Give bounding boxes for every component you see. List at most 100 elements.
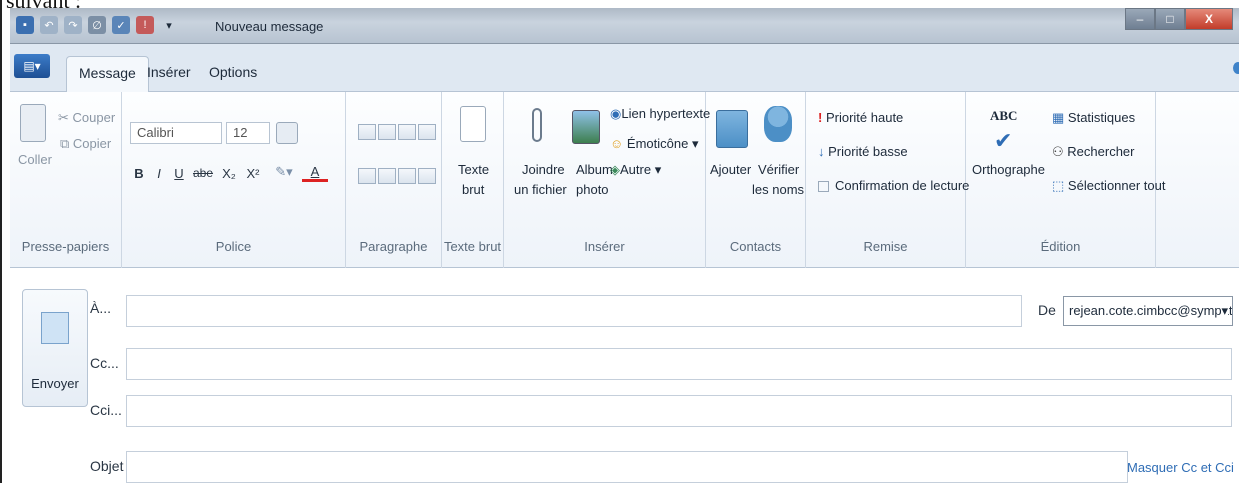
- subject-label: Objet: [90, 458, 124, 474]
- group-label-plaintext: Texte brut: [443, 239, 502, 254]
- group-label-editing: Édition: [1040, 239, 1081, 254]
- redo-icon[interactable]: ↷: [64, 16, 82, 34]
- document-frame: [0, 0, 10, 483]
- check-names-icon[interactable]: [764, 106, 792, 142]
- tab-options[interactable]: Options: [197, 56, 269, 92]
- ribbon: Coller ✂ Couper ⧉ Copier Presse-papiers …: [10, 92, 1239, 268]
- cut-button[interactable]: ✂ Couper: [58, 110, 120, 126]
- bold-button[interactable]: B: [130, 166, 148, 181]
- maximize-button[interactable]: □: [1155, 8, 1185, 30]
- high-priority-button[interactable]: ! Priorité haute: [818, 110, 903, 125]
- plain-text-line2[interactable]: brut: [462, 182, 484, 197]
- bullet-list-icon[interactable]: [358, 124, 376, 140]
- hyperlink-button[interactable]: ◉Lien hypertexte: [610, 106, 710, 122]
- to-field[interactable]: [126, 295, 1022, 327]
- window-controls: – □ X: [1125, 8, 1233, 30]
- attach-line2[interactable]: un fichier: [514, 182, 567, 197]
- statistics-icon: ▦: [1052, 110, 1065, 125]
- dropdown-icon[interactable]: ▾: [160, 16, 178, 34]
- title-bar: ▪ ↶ ↷ ∅ ✓ ! ▾ Nouveau message – □ X: [10, 8, 1239, 44]
- statistics-button[interactable]: ▦ Statistiques: [1052, 110, 1135, 126]
- group-label-insert: Insérer: [584, 239, 625, 254]
- app-menu-button[interactable]: ▤▾: [14, 54, 50, 78]
- other-button[interactable]: ◈Autre ▾: [610, 162, 661, 178]
- group-clipboard: Coller ✂ Couper ⧉ Copier Presse-papiers: [10, 92, 122, 268]
- minimize-button[interactable]: –: [1125, 8, 1155, 30]
- send-icon: [41, 312, 69, 344]
- attach-line1[interactable]: Joindre: [522, 162, 565, 177]
- close-button[interactable]: X: [1185, 8, 1233, 30]
- italic-button[interactable]: I: [150, 166, 168, 181]
- send-label: Envoyer: [31, 376, 79, 391]
- paperclip-icon[interactable]: [532, 108, 542, 142]
- bcc-field[interactable]: [126, 395, 1232, 427]
- underline-button[interactable]: U: [170, 166, 188, 181]
- add-contact-button[interactable]: Ajouter: [710, 162, 751, 177]
- group-label-clipboard: Presse-papiers: [21, 239, 110, 254]
- tab-inserer[interactable]: Insérer: [135, 56, 203, 92]
- hyperlink-label: Lien hypertexte: [621, 106, 711, 121]
- plain-text-icon[interactable]: [460, 106, 486, 142]
- subject-field[interactable]: [126, 451, 1128, 483]
- align-right-icon[interactable]: [398, 168, 416, 184]
- help-icon[interactable]: [1233, 62, 1239, 74]
- decrease-indent-icon[interactable]: [398, 124, 416, 140]
- check-names-line1[interactable]: Vérifier: [758, 162, 799, 177]
- exclamation-icon: !: [818, 110, 823, 125]
- group-contacts: Ajouter Vérifier les noms Contacts: [706, 92, 806, 268]
- hide-cc-bcc-link[interactable]: Masquer Cc et Cci: [1127, 460, 1234, 475]
- numbered-list-icon[interactable]: [378, 124, 396, 140]
- smiley-icon: ☺: [610, 136, 624, 151]
- add-contact-icon[interactable]: [716, 110, 748, 148]
- quick-access-toolbar: ▪ ↶ ↷ ∅ ✓ ! ▾: [16, 16, 178, 34]
- attach-icon[interactable]: ∅: [88, 16, 106, 34]
- paste-button[interactable]: Coller: [18, 152, 52, 167]
- cc-field[interactable]: [126, 348, 1232, 380]
- increase-indent-icon[interactable]: [418, 124, 436, 140]
- low-priority-label: Priorité basse: [828, 144, 908, 159]
- save-icon[interactable]: ▪: [16, 16, 34, 34]
- photo-album-icon[interactable]: [572, 110, 600, 144]
- from-value: rejean.cote.cimbcc@sympatic: [1069, 303, 1233, 318]
- find-button[interactable]: ⚇ Rechercher: [1052, 144, 1134, 160]
- group-insert: Joindre un fichier Album photo ◉Lien hyp…: [504, 92, 710, 268]
- group-font: Calibri 12 B I U abe X₂ X² ✎▾ A Police: [122, 92, 346, 268]
- plain-text-line1[interactable]: Texte: [458, 162, 489, 177]
- album-line1[interactable]: Album: [576, 162, 613, 177]
- undo-icon[interactable]: ↶: [40, 16, 58, 34]
- subscript-button[interactable]: X₂: [218, 166, 240, 181]
- window-title: Nouveau message: [215, 19, 324, 34]
- group-label-delivery: Remise: [863, 239, 908, 254]
- to-button[interactable]: À...: [90, 300, 111, 316]
- copy-label: Copier: [72, 136, 112, 151]
- spellcheck-icon[interactable]: ✓: [112, 16, 130, 34]
- low-priority-button[interactable]: ↓ Priorité basse: [818, 144, 908, 159]
- group-editing: ABC ✔ Orthographe ▦ Statistiques ⚇ Reche…: [966, 92, 1166, 268]
- justify-icon[interactable]: [418, 168, 436, 184]
- align-left-icon[interactable]: [358, 168, 376, 184]
- priority-icon[interactable]: !: [136, 16, 154, 34]
- bcc-button[interactable]: Cci...: [90, 402, 122, 418]
- cc-button[interactable]: Cc...: [90, 355, 119, 371]
- spelling-button[interactable]: Orthographe: [972, 162, 1045, 177]
- read-receipt-checkbox[interactable]: Confirmation de lecture: [818, 178, 969, 193]
- clear-format-icon[interactable]: [276, 122, 298, 144]
- check-names-line2[interactable]: les noms: [752, 182, 804, 197]
- album-line2[interactable]: photo: [576, 182, 609, 197]
- strikethrough-button[interactable]: abe: [190, 166, 216, 180]
- copy-button[interactable]: ⧉ Copier: [60, 136, 120, 152]
- select-all-button[interactable]: ⬚ Sélectionner tout: [1052, 178, 1166, 194]
- align-center-icon[interactable]: [378, 168, 396, 184]
- superscript-button[interactable]: X²: [242, 166, 264, 181]
- from-select[interactable]: rejean.cote.cimbcc@sympatic ▾: [1063, 296, 1233, 326]
- font-color-button[interactable]: A: [302, 164, 328, 182]
- read-receipt-label: Confirmation de lecture: [835, 178, 970, 193]
- highlight-icon[interactable]: ✎▾: [272, 164, 296, 180]
- font-name-select[interactable]: Calibri: [130, 122, 222, 144]
- font-size-select[interactable]: 12: [226, 122, 270, 144]
- cut-label: Couper: [72, 110, 116, 125]
- emoticon-button[interactable]: ☺ Émoticône ▾: [610, 136, 698, 152]
- paste-icon[interactable]: [20, 104, 46, 142]
- emoticon-label: Émoticône: [626, 136, 689, 151]
- send-button[interactable]: Envoyer: [22, 289, 88, 407]
